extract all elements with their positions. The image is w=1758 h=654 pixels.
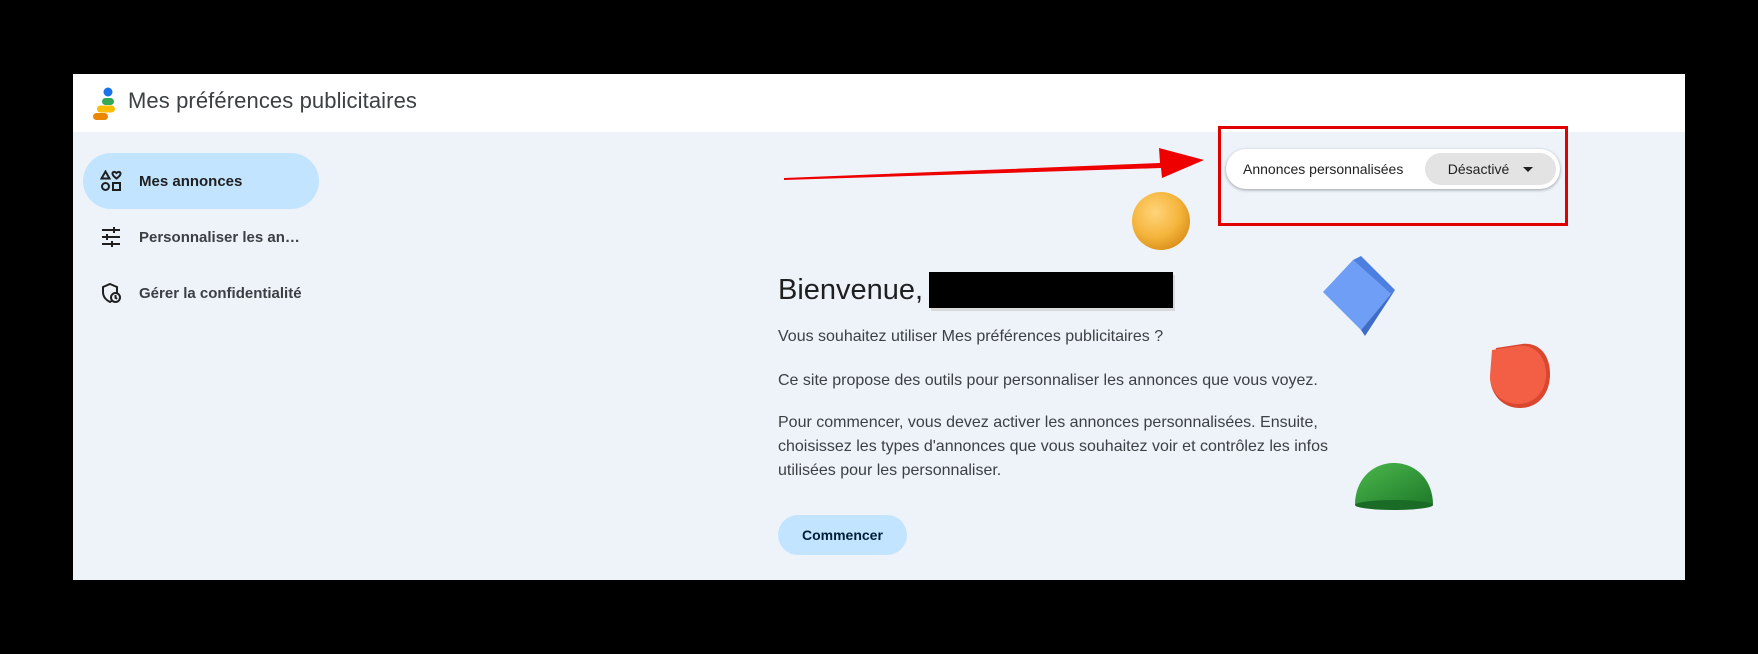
annotation-highlight-box	[1218, 126, 1568, 226]
annotation-arrow	[784, 148, 1204, 180]
